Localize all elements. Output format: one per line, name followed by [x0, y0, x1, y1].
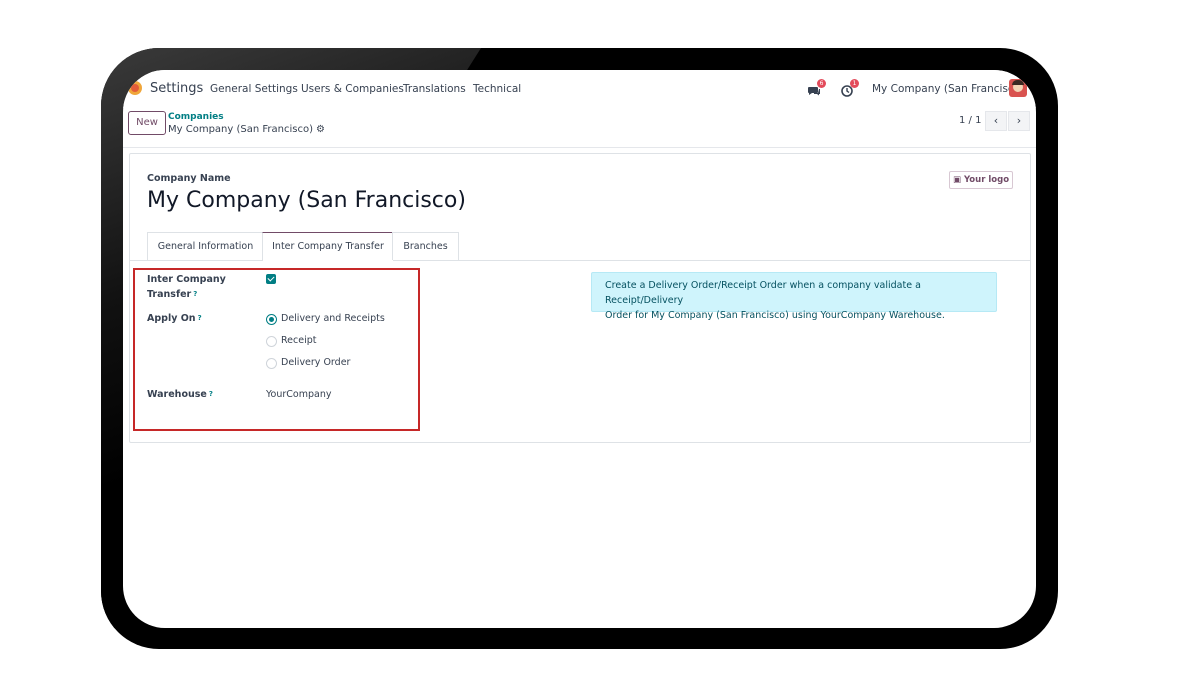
breadcrumb-current: My Company (San Francisco) ⚙	[168, 124, 325, 135]
logo-upload-button[interactable]: ▣ Your logo	[949, 171, 1013, 189]
radio-receipt[interactable]	[266, 336, 277, 347]
help-tooltip-icon[interactable]: ?	[209, 390, 213, 398]
activities-badge: 1	[850, 79, 859, 88]
tab-inter-company-transfer[interactable]: Inter Company Transfer	[262, 232, 394, 261]
divider	[123, 147, 1036, 148]
tab-general-information[interactable]: General Information	[147, 232, 264, 260]
radio-delivery-order[interactable]	[266, 358, 277, 369]
image-icon: ▣	[952, 175, 964, 185]
menu-users-companies[interactable]: Users & Companies	[301, 83, 404, 95]
inter-company-label-line2: Transfer	[147, 289, 192, 300]
inter-company-transfer-checkbox[interactable]	[266, 274, 276, 284]
help-tooltip-icon[interactable]: ?	[193, 290, 197, 298]
menu-technical[interactable]: Technical	[473, 83, 521, 95]
pager-value[interactable]: 1 / 1	[959, 115, 981, 126]
notebook-tabs: General Information Inter Company Transf…	[130, 232, 1030, 261]
gear-icon[interactable]: ⚙	[316, 124, 325, 135]
odoo-app-icon[interactable]	[128, 81, 142, 95]
form-sheet: Company Name My Company (San Francisco) …	[129, 153, 1031, 443]
info-alert: Create a Delivery Order/Receipt Order wh…	[591, 272, 997, 321]
messages-badge: 6	[817, 79, 826, 88]
company-switcher[interactable]: My Company (San Francisco)	[872, 83, 1024, 95]
user-avatar[interactable]	[1009, 79, 1027, 97]
help-tooltip-icon[interactable]: ?	[198, 314, 202, 322]
warehouse-label-text: Warehouse	[147, 389, 207, 400]
breadcrumb-current-label: My Company (San Francisco)	[168, 124, 313, 135]
menu-general-settings[interactable]: General Settings	[210, 83, 298, 95]
pager-next-icon[interactable]: ›	[1008, 111, 1030, 131]
inter-company-label-line1: Inter Company	[147, 274, 226, 285]
radio-label-delivery-order[interactable]: Delivery Order	[281, 357, 350, 368]
messages-icon[interactable]: 6	[808, 79, 826, 96]
apply-on-label-text: Apply On	[147, 313, 196, 324]
new-button[interactable]: New	[128, 111, 166, 135]
app-screen: Settings General Settings Users & Compan…	[123, 70, 1036, 628]
warehouse-field[interactable]: YourCompany	[266, 389, 331, 400]
company-name-label: Company Name	[147, 173, 231, 184]
radio-delivery-and-receipts[interactable]	[266, 314, 277, 325]
logo-button-label: Your logo	[963, 175, 1010, 185]
apply-on-label: Apply On?	[147, 311, 202, 326]
warehouse-label: Warehouse?	[147, 387, 213, 402]
pager-previous-icon[interactable]: ‹	[985, 111, 1007, 131]
activities-clock-icon[interactable]: 1	[841, 79, 859, 97]
radio-label-receipt[interactable]: Receipt	[281, 335, 316, 346]
menu-translations[interactable]: Translations	[403, 83, 466, 95]
radio-label-delivery-and-receipts[interactable]: Delivery and Receipts	[281, 313, 385, 324]
app-name[interactable]: Settings	[150, 81, 203, 96]
info-alert-line2: Order for My Company (San Francisco) usi…	[605, 310, 945, 321]
breadcrumb-companies[interactable]: Companies	[168, 112, 224, 122]
info-alert-line1: Create a Delivery Order/Receipt Order wh…	[605, 280, 921, 306]
top-navbar: Settings General Settings Users & Compan…	[123, 70, 1036, 108]
company-name-field[interactable]: My Company (San Francisco)	[147, 188, 466, 213]
inter-company-transfer-label: Inter Company Transfer?	[147, 272, 226, 302]
tab-branches[interactable]: Branches	[392, 232, 459, 260]
